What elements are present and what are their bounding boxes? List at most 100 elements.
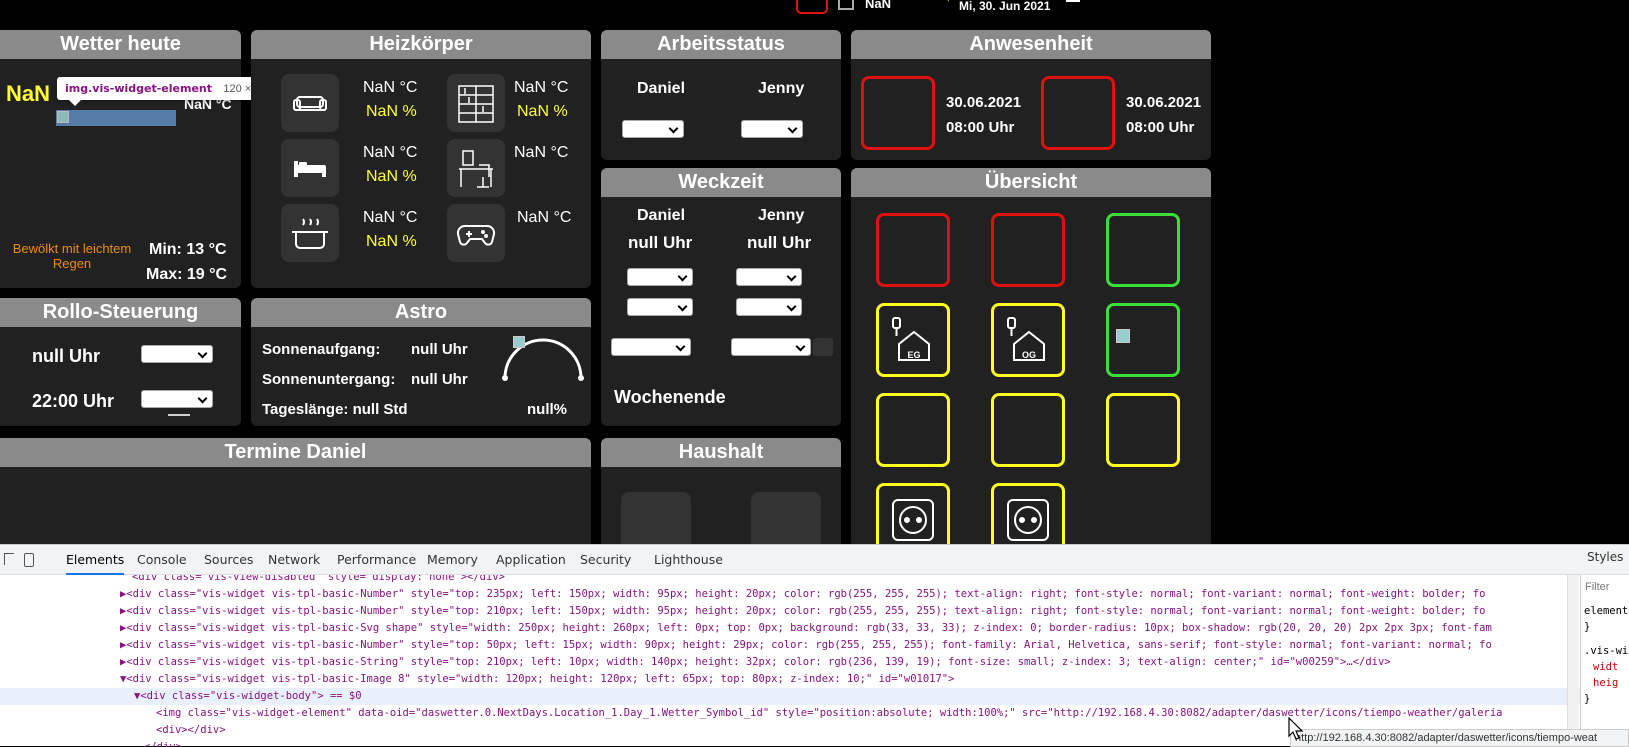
wake-time-person1: Daniel [637, 207, 686, 224]
styles-tab[interactable]: Styles [1587, 550, 1623, 564]
household-item-1[interactable] [621, 492, 691, 548]
heating-title: Heizkörper [251, 30, 591, 59]
weather-temp-big: NaN [6, 81, 51, 106]
top-bar: NaN ✦ Mi, 30. Jun 2021 [0, 0, 1629, 14]
og-label: OG [1022, 350, 1036, 360]
overview-tile-9[interactable] [1106, 393, 1180, 467]
presence-time-2: 08:00 Uhr [1126, 119, 1195, 136]
overview-tile-8[interactable] [991, 393, 1065, 467]
overview-tile-6[interactable] [1106, 303, 1180, 377]
overview-tile-3[interactable] [1106, 213, 1180, 287]
sunset-value: null Uhr [411, 371, 468, 388]
dom-line-6[interactable]: ▶<div class="vis-widget vis-tpl-basic-St… [120, 654, 1391, 671]
wake-time-value1: null Uhr [628, 233, 693, 252]
eg-label: EG [907, 350, 920, 360]
household-title: Haushalt [601, 438, 841, 467]
style-line-4: widt [1593, 661, 1619, 673]
devtools-tab-security[interactable]: Security [580, 545, 631, 575]
dom-line-7[interactable]: ▼<div class="vis-widget vis-tpl-basic-Im… [120, 671, 954, 688]
inspect-element-icon[interactable] [4, 553, 14, 565]
devtools-scrollbar[interactable] [1567, 575, 1579, 747]
power-socket-icon [1007, 499, 1049, 541]
devtools-tab-bar: Elements Console Sources Network Perform… [0, 545, 1629, 575]
overview-title: Übersicht [851, 168, 1211, 197]
house-plug-icon: EG [892, 317, 930, 361]
work-status-title: Arbeitsstatus [601, 30, 841, 59]
overview-tile-1[interactable] [876, 213, 950, 287]
devtools-tab-sources[interactable]: Sources [204, 545, 253, 575]
heating-humidity-3: NaN % [366, 168, 417, 185]
astro-percent: null% [527, 401, 567, 418]
house-plug-icon: OG [1007, 317, 1045, 361]
wake-minute-select-2[interactable] [736, 298, 802, 316]
overview-tile-eg[interactable]: EG [876, 303, 950, 377]
dom-line-8[interactable]: ▼<div class="vis-widget-body"> == $0 [134, 688, 362, 705]
overview-tile-socket-1[interactable] [876, 483, 950, 548]
presence-tile-2[interactable] [1041, 76, 1115, 150]
household-item-2[interactable] [751, 492, 821, 548]
heating-temp-2: NaN °C [514, 79, 569, 96]
work-status-select-1[interactable] [622, 120, 684, 138]
appointments-panel: Termine Daniel null [0, 438, 591, 548]
sunrise-label: Sonnenaufgang: [262, 341, 381, 358]
tooltip-arrow [69, 100, 81, 106]
styles-filter-input[interactable]: Filter [1585, 581, 1609, 593]
broken-image-icon [57, 111, 69, 123]
bell-icon [168, 410, 190, 416]
blinds-select-1[interactable] [141, 345, 213, 363]
presence-time-1: 08:00 Uhr [946, 119, 1015, 136]
appointments-value: null [0, 474, 25, 491]
heating-humidity-1: NaN % [366, 103, 417, 120]
dom-line-10[interactable]: <div></div> [156, 722, 226, 739]
heating-room-2[interactable] [447, 74, 505, 132]
dom-line-4[interactable]: ▶<div class="vis-widget vis-tpl-basic-Sv… [120, 620, 1492, 637]
heating-room-6[interactable] [447, 204, 505, 262]
heating-room-4[interactable] [447, 139, 505, 197]
wake-day-select-1[interactable] [611, 338, 691, 356]
weather-panel: Wetter heute NaN NaN °C Bewölkt mit leic… [0, 30, 241, 288]
devtools-tab-network[interactable]: Network [268, 545, 320, 575]
desk-icon [459, 150, 493, 188]
bed-icon [294, 161, 326, 177]
wake-toggle[interactable] [813, 338, 833, 356]
device-toolbar-icon[interactable] [24, 553, 34, 567]
overview-tile-7[interactable] [876, 393, 950, 467]
dom-line-2[interactable]: ▶<div class="vis-widget vis-tpl-basic-Nu… [120, 586, 1485, 603]
overview-tile-2[interactable] [991, 213, 1065, 287]
blinds-panel: Rollo-Steuerung null Uhr 22:00 Uhr [0, 298, 241, 426]
devtools-tab-lighthouse[interactable]: Lighthouse [654, 545, 723, 575]
weather-max: Max: 19 °C [146, 266, 228, 283]
blinds-time-2: 22:00 Uhr [32, 391, 115, 411]
work-status-select-2[interactable] [741, 120, 803, 138]
wake-day-select-2[interactable] [731, 338, 811, 356]
dom-line-1[interactable]: <div class="vis-view-disabled" style="di… [132, 575, 505, 586]
wake-time-weekend: Wochenende [614, 387, 726, 407]
weather-title: Wetter heute [0, 30, 241, 59]
heating-room-3[interactable] [281, 139, 339, 197]
devtools-tab-console[interactable]: Console [137, 545, 187, 575]
devtools-tab-application[interactable]: Application [496, 545, 566, 575]
devtools-tab-elements[interactable]: Elements [66, 545, 125, 575]
presence-tile-1[interactable] [861, 76, 935, 150]
heating-room-1[interactable] [281, 74, 339, 132]
blinds-select-2[interactable] [141, 390, 213, 408]
wake-hour-select-1[interactable] [627, 268, 693, 286]
presence-date-2: 30.06.2021 [1126, 94, 1202, 111]
work-status-person2: Jenny [758, 80, 805, 97]
top-bar-square [796, 0, 828, 14]
wake-time-panel: Weckzeit Daniel Jenny null Uhr null Uhr … [601, 168, 841, 426]
sofa-icon [293, 96, 327, 111]
devtools-tab-memory[interactable]: Memory [427, 545, 478, 575]
bookshelf-icon [458, 85, 494, 123]
wake-minute-select-1[interactable] [627, 298, 693, 316]
heating-panel: Heizkörper NaN °C NaN % NaN °C NaN % NaN… [251, 30, 591, 288]
dom-line-3[interactable]: ▶<div class="vis-widget vis-tpl-basic-Nu… [120, 603, 1485, 620]
overview-tile-socket-2[interactable] [991, 483, 1065, 548]
top-bar-date: Mi, 30. Jun 2021 [959, 0, 1051, 13]
devtools-tab-performance[interactable]: Performance [337, 545, 416, 575]
overview-tile-og[interactable]: OG [991, 303, 1065, 377]
wake-hour-select-2[interactable] [736, 268, 802, 286]
dom-line-5[interactable]: ▶<div class="vis-widget vis-tpl-basic-Nu… [120, 637, 1492, 654]
menu-icon[interactable] [1066, 0, 1080, 2]
heating-room-5[interactable] [281, 204, 339, 262]
